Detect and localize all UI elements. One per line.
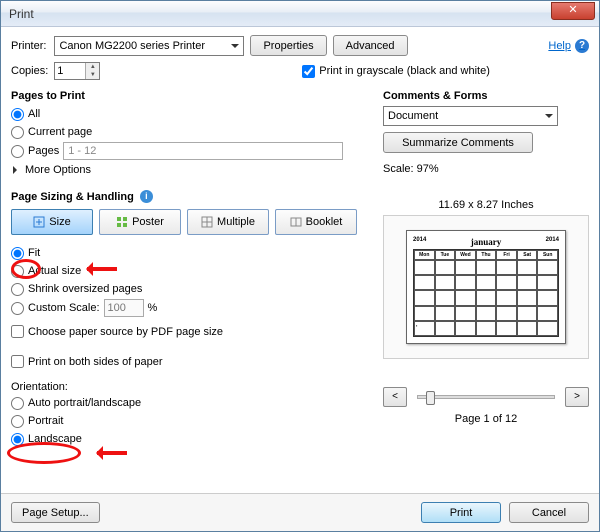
comments-selected-text: Document — [388, 110, 438, 122]
pages-range-input[interactable] — [63, 142, 343, 160]
radio-custom-scale[interactable] — [11, 302, 24, 315]
info-icon[interactable]: i — [140, 190, 153, 203]
radio-pages-label: Pages — [28, 143, 59, 159]
more-options-label: More Options — [25, 164, 91, 176]
booklet-tab[interactable]: Booklet — [275, 209, 357, 235]
radio-portrait[interactable] — [11, 415, 24, 428]
printer-row: Printer: Canon MG2200 series Printer Pro… — [11, 35, 589, 56]
prev-page-button[interactable]: < — [383, 387, 407, 407]
orientation-heading: Orientation: — [11, 381, 373, 393]
help-icon: ? — [575, 39, 589, 53]
page-indicator: Page 1 of 12 — [383, 413, 589, 425]
copies-up[interactable]: ▲ — [86, 63, 99, 71]
copies-row: Copies: ▲ ▼ Print in grayscale (black an… — [11, 62, 589, 80]
annotation-arrow-landscape — [89, 446, 127, 460]
print-button[interactable]: Print — [421, 502, 501, 523]
radio-all[interactable] — [11, 108, 24, 121]
triangle-icon — [13, 166, 21, 174]
printer-selected-text: Canon MG2200 series Printer — [59, 40, 205, 52]
next-page-button[interactable]: > — [565, 387, 589, 407]
page-slider[interactable] — [417, 395, 555, 399]
help-text: Help — [548, 40, 571, 52]
slider-thumb[interactable] — [426, 391, 435, 405]
size-icon — [33, 216, 45, 228]
preview-box: 2014january2014 MonTueWedThuFriSatSun ▪ — [383, 215, 589, 359]
radio-custom-scale-label: Custom Scale: — [28, 300, 100, 316]
preview-dimensions: 11.69 x 8.27 Inches — [383, 199, 589, 211]
radio-current-page-label: Current page — [28, 124, 92, 140]
printer-select[interactable]: Canon MG2200 series Printer — [54, 36, 244, 56]
dialog-content: Printer: Canon MG2200 series Printer Pro… — [1, 27, 599, 493]
preview-area: 11.69 x 8.27 Inches 2014january2014 MonT… — [383, 199, 589, 359]
poster-tab-label: Poster — [132, 216, 164, 228]
radio-fit[interactable] — [11, 247, 24, 260]
radio-all-label: All — [28, 106, 40, 122]
multiple-tab-label: Multiple — [217, 216, 255, 228]
summarize-comments-button[interactable]: Summarize Comments — [383, 132, 533, 153]
preview-nav: < > — [383, 387, 589, 407]
radio-landscape-label: Landscape — [28, 431, 82, 447]
page-setup-button[interactable]: Page Setup... — [11, 502, 100, 523]
copies-down[interactable]: ▼ — [86, 71, 99, 79]
radio-auto-orient[interactable] — [11, 397, 24, 410]
radio-portrait-label: Portrait — [28, 413, 63, 429]
radio-fit-label: Fit — [28, 245, 40, 261]
advanced-button[interactable]: Advanced — [333, 35, 408, 56]
printer-label: Printer: — [11, 40, 46, 52]
radio-landscape[interactable] — [11, 433, 24, 446]
comments-select[interactable]: Document — [383, 106, 558, 126]
size-tab[interactable]: Size — [11, 209, 93, 235]
copies-input[interactable] — [55, 65, 83, 77]
print-dialog: Print ✕ Printer: Canon MG2200 series Pri… — [0, 0, 600, 532]
grayscale-checkbox[interactable] — [302, 65, 315, 78]
radio-current-page[interactable] — [11, 126, 24, 139]
copies-spinner[interactable]: ▲ ▼ — [54, 62, 100, 80]
radio-actual-size-label: Actual size — [28, 263, 81, 279]
multiple-tab[interactable]: Multiple — [187, 209, 269, 235]
radio-auto-orient-label: Auto portrait/landscape — [28, 395, 141, 411]
both-sides-label: Print on both sides of paper — [28, 356, 163, 368]
booklet-tab-label: Booklet — [306, 216, 343, 228]
percent-label: % — [148, 300, 158, 316]
pages-to-print-heading: Pages to Print — [11, 90, 373, 102]
radio-shrink-label: Shrink oversized pages — [28, 281, 142, 297]
radio-actual-size[interactable] — [11, 265, 24, 278]
choose-paper-checkbox[interactable] — [11, 325, 24, 338]
more-options-toggle[interactable]: More Options — [13, 164, 373, 176]
custom-scale-input[interactable] — [104, 299, 144, 317]
grayscale-label: Print in grayscale (black and white) — [319, 65, 490, 77]
poster-icon — [116, 216, 128, 228]
both-sides-checkbox[interactable] — [11, 355, 24, 368]
preview-page: 2014january2014 MonTueWedThuFriSatSun ▪ — [406, 230, 566, 344]
size-tab-label: Size — [49, 216, 70, 228]
grayscale-checkbox-row[interactable]: Print in grayscale (black and white) — [302, 65, 490, 78]
cancel-button[interactable]: Cancel — [509, 502, 589, 523]
booklet-icon — [290, 216, 302, 228]
right-column: Comments & Forms Document Summarize Comm… — [383, 90, 589, 480]
radio-shrink[interactable] — [11, 283, 24, 296]
page-sizing-heading: Page Sizing & Handling — [11, 191, 134, 203]
multiple-icon — [201, 216, 213, 228]
titlebar: Print ✕ — [1, 1, 599, 27]
copies-label: Copies: — [11, 65, 48, 77]
properties-button[interactable]: Properties — [250, 35, 326, 56]
radio-pages[interactable] — [11, 145, 24, 158]
poster-tab[interactable]: Poster — [99, 209, 181, 235]
scale-label: Scale: 97% — [383, 163, 589, 175]
window-title: Print — [9, 7, 34, 21]
dialog-footer: Page Setup... Print Cancel — [1, 493, 599, 531]
choose-paper-label: Choose paper source by PDF page size — [28, 326, 223, 338]
close-button[interactable]: ✕ — [551, 2, 595, 20]
left-column: Pages to Print All Current page Pages Mo… — [11, 90, 373, 480]
help-link[interactable]: Help ? — [548, 39, 589, 53]
comments-forms-heading: Comments & Forms — [383, 90, 589, 102]
